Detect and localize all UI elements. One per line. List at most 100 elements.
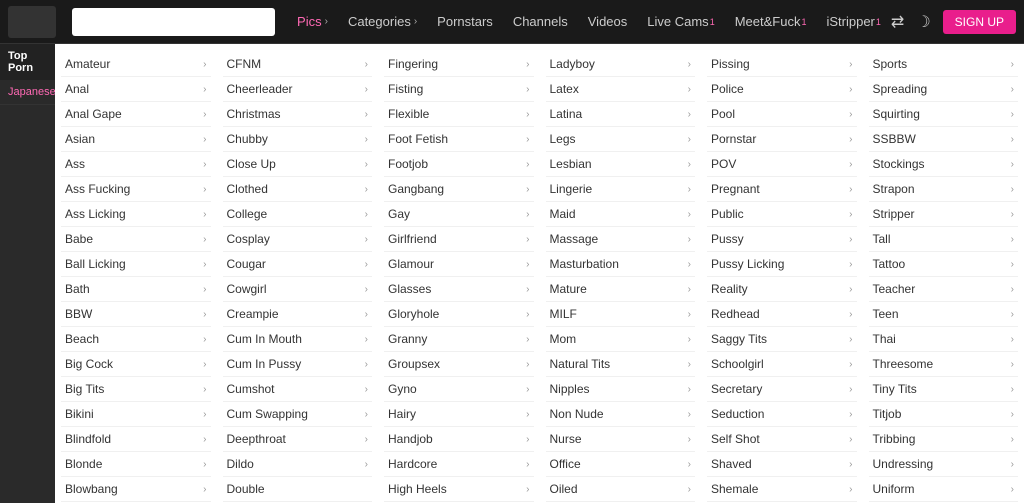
cat-item[interactable]: Titjob›: [869, 402, 1019, 427]
nav-pics[interactable]: Pics ›: [287, 0, 338, 44]
cat-item[interactable]: Self Shot›: [707, 427, 857, 452]
cat-item[interactable]: Bikini›: [61, 402, 211, 427]
sidebar-item-japanese[interactable]: Japanese: [0, 80, 55, 105]
cat-item[interactable]: Hardcore›: [384, 452, 534, 477]
cat-item[interactable]: Blindfold›: [61, 427, 211, 452]
cat-item[interactable]: Teen›: [869, 302, 1019, 327]
cat-item[interactable]: Legs›: [546, 127, 696, 152]
cat-item[interactable]: Anal›: [61, 77, 211, 102]
cat-item[interactable]: Glamour›: [384, 252, 534, 277]
cat-item[interactable]: Handjob›: [384, 427, 534, 452]
cat-item[interactable]: Sports›: [869, 52, 1019, 77]
cat-item[interactable]: Nurse›: [546, 427, 696, 452]
search-bar[interactable]: [72, 8, 275, 36]
cat-item[interactable]: Tall›: [869, 227, 1019, 252]
cat-item[interactable]: Fisting›: [384, 77, 534, 102]
cat-item[interactable]: Gyno›: [384, 377, 534, 402]
cat-item[interactable]: Masturbation›: [546, 252, 696, 277]
cat-item[interactable]: Gangbang›: [384, 177, 534, 202]
cat-item[interactable]: Redhead›: [707, 302, 857, 327]
shuffle-icon[interactable]: ⇄: [891, 12, 904, 32]
cat-item[interactable]: Thai›: [869, 327, 1019, 352]
cat-item[interactable]: Ball Licking›: [61, 252, 211, 277]
cat-item[interactable]: Oiled›: [546, 477, 696, 502]
nav-categories[interactable]: Categories ›: [338, 0, 427, 44]
signup-button[interactable]: SIGN UP: [943, 10, 1016, 34]
cat-item[interactable]: Nipples›: [546, 377, 696, 402]
cat-item[interactable]: Blonde›: [61, 452, 211, 477]
cat-item[interactable]: Lesbian›: [546, 152, 696, 177]
cat-item[interactable]: Foot Fetish›: [384, 127, 534, 152]
cat-item[interactable]: Asian›: [61, 127, 211, 152]
cat-item[interactable]: Shemale›: [707, 477, 857, 502]
moon-icon[interactable]: ☽: [916, 12, 930, 32]
nav-meetfuck[interactable]: Meet&Fuck1: [725, 0, 817, 44]
cat-item[interactable]: Massage›: [546, 227, 696, 252]
cat-item[interactable]: Tattoo›: [869, 252, 1019, 277]
cat-item[interactable]: Hairy›: [384, 402, 534, 427]
cat-item[interactable]: Granny›: [384, 327, 534, 352]
cat-item[interactable]: Natural Tits›: [546, 352, 696, 377]
cat-item[interactable]: Footjob›: [384, 152, 534, 177]
cat-item[interactable]: College›: [223, 202, 373, 227]
cat-item[interactable]: Latina›: [546, 102, 696, 127]
cat-item[interactable]: Gay›: [384, 202, 534, 227]
cat-item[interactable]: Cosplay›: [223, 227, 373, 252]
cat-item[interactable]: Strapon›: [869, 177, 1019, 202]
cat-item[interactable]: Undressing›: [869, 452, 1019, 477]
cat-item[interactable]: Fingering›: [384, 52, 534, 77]
cat-item[interactable]: Tiny Tits›: [869, 377, 1019, 402]
cat-item[interactable]: Stockings›: [869, 152, 1019, 177]
cat-item[interactable]: Pussy›: [707, 227, 857, 252]
cat-item[interactable]: Pussy Licking›: [707, 252, 857, 277]
cat-item[interactable]: Girlfriend›: [384, 227, 534, 252]
cat-item[interactable]: Latex›: [546, 77, 696, 102]
cat-item[interactable]: Cum In Pussy›: [223, 352, 373, 377]
cat-item[interactable]: Pregnant›: [707, 177, 857, 202]
cat-item[interactable]: Pornstar›: [707, 127, 857, 152]
cat-item[interactable]: Tribbing›: [869, 427, 1019, 452]
cat-item[interactable]: Double: [223, 477, 373, 502]
cat-item[interactable]: CFNM›: [223, 52, 373, 77]
nav-videos[interactable]: Videos: [578, 0, 638, 44]
cat-item[interactable]: Seduction›: [707, 402, 857, 427]
cat-item[interactable]: Reality›: [707, 277, 857, 302]
cat-item[interactable]: Beach›: [61, 327, 211, 352]
cat-item[interactable]: Stripper›: [869, 202, 1019, 227]
cat-item[interactable]: Maid›: [546, 202, 696, 227]
cat-item[interactable]: MILF›: [546, 302, 696, 327]
cat-item[interactable]: Babe›: [61, 227, 211, 252]
cat-item[interactable]: Mom›: [546, 327, 696, 352]
cat-item[interactable]: Cougar›: [223, 252, 373, 277]
cat-item[interactable]: Pissing›: [707, 52, 857, 77]
cat-item[interactable]: Saggy Tits›: [707, 327, 857, 352]
nav-pornstars[interactable]: Pornstars: [427, 0, 503, 44]
cat-item[interactable]: Amateur›: [61, 52, 211, 77]
cat-item[interactable]: Close Up›: [223, 152, 373, 177]
nav-channels[interactable]: Channels: [503, 0, 578, 44]
cat-item[interactable]: Cum In Mouth›: [223, 327, 373, 352]
cat-item[interactable]: Cheerleader›: [223, 77, 373, 102]
cat-item[interactable]: High Heels›: [384, 477, 534, 502]
cat-item[interactable]: Spreading›: [869, 77, 1019, 102]
cat-item[interactable]: BBW›: [61, 302, 211, 327]
cat-item[interactable]: Cumshot›: [223, 377, 373, 402]
cat-item[interactable]: Mature›: [546, 277, 696, 302]
cat-item[interactable]: SSBBW›: [869, 127, 1019, 152]
cat-item[interactable]: Ass Fucking›: [61, 177, 211, 202]
nav-livecams[interactable]: Live Cams1: [637, 0, 724, 44]
cat-item[interactable]: Anal Gape›: [61, 102, 211, 127]
cat-item[interactable]: Deepthroat›: [223, 427, 373, 452]
cat-item[interactable]: Public›: [707, 202, 857, 227]
cat-item[interactable]: Police›: [707, 77, 857, 102]
cat-item[interactable]: Dildo›: [223, 452, 373, 477]
cat-item[interactable]: Clothed›: [223, 177, 373, 202]
cat-item[interactable]: Cowgirl›: [223, 277, 373, 302]
cat-item[interactable]: Cum Swapping›: [223, 402, 373, 427]
cat-item[interactable]: Teacher›: [869, 277, 1019, 302]
cat-item[interactable]: Blowbang›: [61, 477, 211, 502]
cat-item[interactable]: Secretary›: [707, 377, 857, 402]
cat-item[interactable]: Ass Licking›: [61, 202, 211, 227]
cat-item[interactable]: Ladyboy›: [546, 52, 696, 77]
cat-item[interactable]: Bath›: [61, 277, 211, 302]
